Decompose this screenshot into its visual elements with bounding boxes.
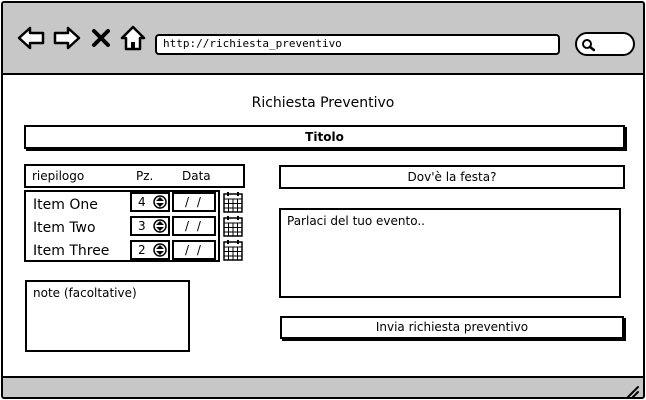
browser-window: http://richiesta_preventivo Richiesta Pr… [1,1,645,399]
summary-col-name: riepilogo [32,169,85,183]
item-name: Item Three [33,243,110,259]
summary-header: riepilogo Pz. Data [24,164,245,188]
forward-icon[interactable] [53,23,81,53]
stepper-arrows-icon[interactable] [153,243,167,257]
url-input[interactable]: http://richiesta_preventivo [155,34,560,55]
location-field[interactable]: Dov'è la festa? [279,165,625,189]
calendar-icon[interactable] [223,191,243,213]
calendar-icon[interactable] [223,215,243,237]
quantity-stepper[interactable]: 4 [130,192,170,212]
quantity-stepper[interactable]: 2 [130,240,170,260]
browser-statusbar [3,376,643,397]
summary-col-qty: Pz. [136,169,154,183]
page-title: Richiesta Preventivo [251,95,395,111]
home-icon[interactable] [119,23,147,53]
quantity-value: 3 [138,219,146,233]
stop-icon[interactable] [91,23,111,53]
quantity-value: 2 [138,243,146,257]
item-name: Item One [33,197,98,213]
notes-textarea[interactable]: note (facoltative) [25,280,190,352]
summary-col-date: Data [182,169,211,183]
date-field[interactable]: / / [172,192,216,212]
search-field[interactable] [575,32,635,56]
date-field[interactable]: / / [172,240,216,260]
browser-toolbar: http://richiesta_preventivo [3,3,643,75]
search-icon [581,37,596,52]
title-field[interactable]: Titolo [24,125,625,149]
date-field[interactable]: / / [172,216,216,236]
submit-button[interactable]: Invia richiesta preventivo [280,316,624,339]
resize-handle-icon[interactable] [625,383,639,397]
quantity-stepper[interactable]: 3 [130,216,170,236]
event-description-textarea[interactable]: Parlaci del tuo evento.. [279,208,621,298]
stepper-arrows-icon[interactable] [153,195,167,209]
quantity-value: 4 [138,195,146,209]
calendar-icon[interactable] [223,239,243,261]
stepper-arrows-icon[interactable] [153,219,167,233]
back-icon[interactable] [17,23,45,53]
item-name: Item Two [33,220,96,236]
